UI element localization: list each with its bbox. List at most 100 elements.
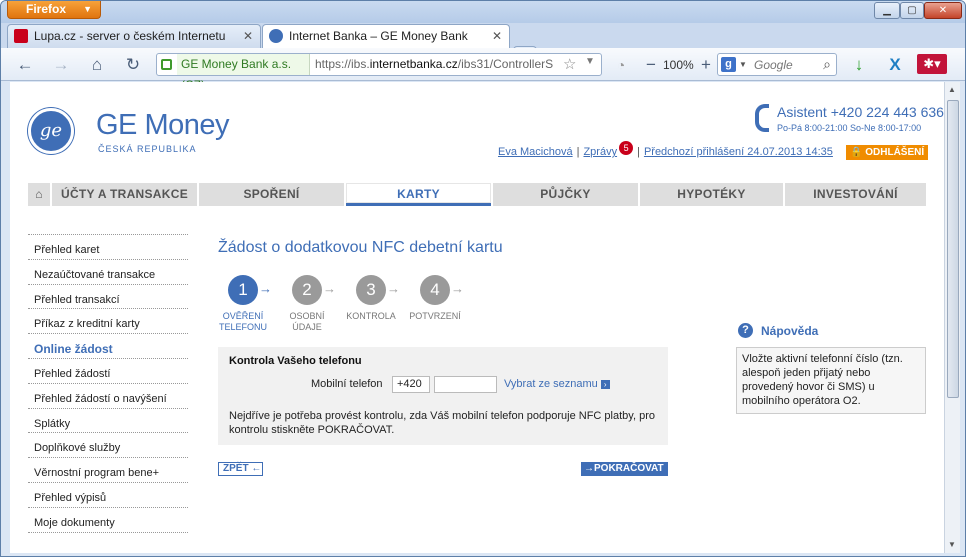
zoom-in-icon[interactable]: + <box>694 54 718 76</box>
sidebar-item-online-request[interactable]: Online žádost <box>28 334 188 359</box>
url-bar[interactable]: GE Money Bank a.s. (CZ) https://ibs.inte… <box>156 53 602 92</box>
back-button[interactable]: ZPĚT ← <box>218 462 263 476</box>
step-1-label: OVĚŘENÍ TELEFONU <box>208 311 278 333</box>
title-bar: Firefox ▼ ▁ ▢ ✕ <box>1 1 965 23</box>
engine-dropdown-icon[interactable]: ▼ <box>739 60 747 69</box>
phone-label: Mobilní telefon <box>311 378 383 390</box>
sidebar-item-documents[interactable]: Moje dokumenty <box>28 508 188 533</box>
phone-icon <box>755 104 769 132</box>
sidebar-item-extra-services[interactable]: Doplňkové služby <box>28 433 188 459</box>
form-note: Nejdříve je potřeba provést kontrolu, zd… <box>229 410 655 436</box>
menu-accounts[interactable]: ÚČTY A TRANSAKCE <box>52 183 197 206</box>
zoom-level[interactable]: 100% <box>663 58 694 72</box>
user-links: Eva Macichová | Zprávy 5 | Předchozí přihláše… <box>498 141 833 158</box>
search-placeholder: Google <box>754 58 793 72</box>
help-text: Vložte aktivní telefonní číslo (tzn. ale… <box>736 347 926 414</box>
tab-title: Internet Banka – GE Money Bank <box>289 29 468 43</box>
arrow-right-icon: › <box>600 380 610 389</box>
last-login-link[interactable]: Předchozí přihlášení 24.07.2013 14:35 <box>644 146 833 158</box>
arrow-left-icon: ← <box>251 463 262 474</box>
site-identity[interactable]: GE Money Bank a.s. (CZ) <box>177 54 310 92</box>
pick-from-list-label: Vybrat ze seznamu <box>504 378 598 390</box>
firefox-menu-button[interactable]: Firefox ▼ <box>7 1 101 19</box>
sidebar-item-requests[interactable]: Přehled žádostí <box>28 359 188 384</box>
user-name-link[interactable]: Eva Macichová <box>498 146 573 158</box>
step-arrow-icon: → <box>451 281 464 296</box>
navigation-toolbar: ← → ⌂ ↻ GE Money Bank a.s. (CZ) https://… <box>1 48 965 92</box>
search-box[interactable]: g ▼ Google ⌕ <box>717 53 837 76</box>
search-icon[interactable]: ⌕ <box>823 56 831 73</box>
lupa-favicon-icon <box>14 29 28 43</box>
ge-logo[interactable]: ge <box>28 108 74 154</box>
back-arrow-icon[interactable]: ← <box>13 54 37 76</box>
zoom-out-icon[interactable]: − <box>639 54 663 76</box>
sidebar-item-credit-card-order[interactable]: Příkaz z kreditní karty <box>28 309 188 335</box>
minimize-button[interactable]: ▁ <box>874 2 900 19</box>
tab-lupa[interactable]: Lupa.cz - server o českém Internetu ✕ <box>7 24 261 48</box>
browser-window: Firefox ▼ ▁ ▢ ✕ Lupa.cz - server o českém… <box>0 0 966 557</box>
padlock-icon <box>161 59 172 70</box>
step-2-line2: ÚDAJE <box>292 322 322 332</box>
url-text[interactable]: https://ibs.internetbanka.cz/ibs31/Contr… <box>315 54 555 75</box>
window-border <box>960 82 965 553</box>
messages-count-badge: 5 <box>619 141 634 155</box>
sidebar-item-unbilled-transactions[interactable]: Nezaúčtované transakce <box>28 260 188 285</box>
menu-mortgages[interactable]: HYPOTÉKY <box>640 183 783 206</box>
close-window-button[interactable]: ✕ <box>924 2 962 19</box>
phone-number-input[interactable] <box>434 376 497 393</box>
sidebar-item-installments[interactable]: Splátky <box>28 409 188 434</box>
menu-savings[interactable]: SPOŘENÍ <box>199 183 344 206</box>
sidebar-item-limit-requests[interactable]: Přehled žádostí o navýšení <box>28 384 188 409</box>
step-arrow-icon: → <box>323 281 336 296</box>
vertical-scrollbar[interactable]: ▲ ▼ <box>944 82 960 553</box>
tab-internet-banka[interactable]: Internet Banka – GE Money Bank ✕ <box>262 24 510 49</box>
step-4-line1: POTVRZENÍ <box>409 311 461 321</box>
sidebar-item-statements[interactable]: Přehled výpisů <box>28 483 188 508</box>
tab-close-icon[interactable]: ✕ <box>243 25 253 47</box>
google-engine-icon[interactable]: g <box>721 57 736 72</box>
addon-star-menu-icon[interactable]: ✱▾ <box>917 54 947 74</box>
step-3-circle: 3 <box>356 275 386 305</box>
download-arrow-icon[interactable]: ↓ <box>847 54 871 76</box>
forward-arrow-icon[interactable]: → <box>49 54 73 76</box>
assistant-phone: Asistent +420 224 443 636 <box>777 104 944 120</box>
messages-link[interactable]: Zprávy <box>583 146 617 158</box>
addon-x-icon[interactable]: X <box>883 54 907 76</box>
step-arrow-icon: → <box>259 281 272 296</box>
assistant-hours: Po-Pá 8:00-21:00 So-Ne 8:00-17:00 <box>777 123 922 133</box>
url-prefix: https://ibs. <box>315 57 370 71</box>
rss-feed-icon[interactable]: ◔ <box>609 54 633 76</box>
logout-button[interactable]: 🔒 ODHLÁŠENÍ <box>846 145 929 160</box>
step-4-label: POTVRZENÍ <box>400 311 470 322</box>
sidebar-item-card-overview[interactable]: Přehled karet <box>28 235 188 260</box>
step-3-line1: KONTROLA <box>346 311 396 321</box>
scroll-down-icon[interactable]: ▼ <box>948 540 956 549</box>
home-icon[interactable]: ⌂ <box>85 54 109 76</box>
tab-close-icon[interactable]: ✕ <box>492 25 502 47</box>
home-icon[interactable]: ⌂ <box>28 183 50 206</box>
help-title: Nápověda <box>761 324 819 338</box>
menu-investments[interactable]: INVESTOVÁNÍ <box>785 183 926 206</box>
main-menu: ⌂ ÚČTY A TRANSAKCE SPOŘENÍ KARTY PŮJČKY … <box>28 183 926 206</box>
url-dropdown-icon[interactable]: ▼ <box>585 56 595 67</box>
scrollbar-thumb[interactable] <box>947 100 959 398</box>
maximize-button[interactable]: ▢ <box>900 2 924 19</box>
chevron-down-icon: ▼ <box>83 4 92 14</box>
window-border <box>1 553 965 556</box>
pick-from-list-link[interactable]: Vybrat ze seznamu › <box>504 378 610 390</box>
ge-favicon-icon <box>269 29 283 43</box>
step-2-line1: OSOBNÍ <box>289 311 325 321</box>
phone-prefix-field[interactable]: +420 <box>392 376 430 393</box>
bookmark-star-icon[interactable]: ☆ <box>563 55 576 73</box>
menu-cards[interactable]: KARTY <box>346 183 491 206</box>
reload-icon[interactable]: ↻ <box>121 54 145 76</box>
continue-button[interactable]: → POKRAČOVAT <box>581 462 668 476</box>
sidebar-item-transactions[interactable]: Přehled transakcí <box>28 285 188 310</box>
firefox-button-label: Firefox <box>26 2 67 16</box>
sidebar-item-loyalty[interactable]: Věrnostní program bene+ <box>28 458 188 483</box>
scroll-up-icon[interactable]: ▲ <box>948 85 956 94</box>
url-rest: /ibs31/ControllerS <box>457 57 554 71</box>
step-2-label: OSOBNÍ ÚDAJE <box>272 311 342 333</box>
menu-loans[interactable]: PŮJČKY <box>493 183 638 206</box>
url-host: internetbanka.cz <box>369 57 458 71</box>
